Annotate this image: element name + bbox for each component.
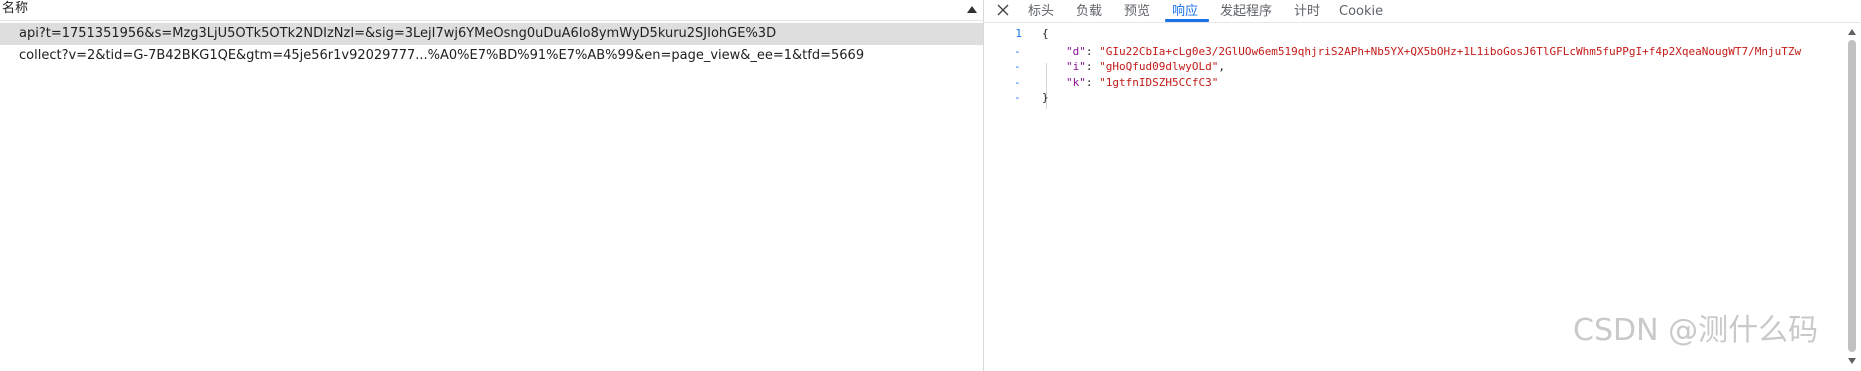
request-list: 名称 api?t=1751351956&s=Mzg3LjU5OTk5OTk2ND…: [0, 0, 983, 371]
json-open-brace: {: [1042, 27, 1049, 40]
scroll-down-arrow-icon[interactable]: [1848, 358, 1856, 364]
json-key: "k": [1066, 76, 1086, 89]
tab-payload[interactable]: 负载: [1076, 0, 1102, 22]
request-row-selected[interactable]: api?t=1751351956&s=Mzg3LjU5OTk5OTk2NDIzN…: [0, 23, 983, 45]
json-key: "i": [1066, 60, 1086, 73]
devtools-network-panel: 名称 api?t=1751351956&s=Mzg3LjU5OTk5OTk2ND…: [0, 0, 1861, 371]
close-icon-glyph: [997, 4, 1009, 16]
tab-preview[interactable]: 预览: [1124, 0, 1150, 22]
json-value: "GIu22CbIa+cLg0e3/2GlUOw6em519qhjriS2APh…: [1099, 45, 1802, 58]
sort-ascending-icon[interactable]: [967, 6, 977, 13]
scroll-up-arrow-icon[interactable]: [1848, 29, 1856, 35]
json-key: "d": [1066, 45, 1086, 58]
json-value: "1gtfnIDSZH5CCfC3": [1099, 76, 1219, 89]
request-list-header[interactable]: 名称: [0, 0, 983, 21]
tab-timing[interactable]: 计时: [1294, 0, 1320, 22]
tab-headers[interactable]: 标头: [1028, 0, 1054, 22]
tab-initiator[interactable]: 发起程序: [1220, 0, 1272, 22]
tab-cookies[interactable]: Cookie: [1339, 0, 1383, 22]
code-line: - }: [984, 89, 1844, 107]
scrollbar-thumb[interactable]: [1848, 40, 1856, 352]
line-number: 1: [1015, 27, 1022, 40]
json-close-brace: }: [1042, 91, 1049, 104]
details-tabs-bar: 标头 负载 预览 响应 发起程序 计时 Cookie: [984, 0, 1861, 23]
request-row[interactable]: collect?v=2&tid=G-7B42BKG1QE&gtm=45je56r…: [0, 45, 983, 67]
request-name: collect?v=2&tid=G-7B42BKG1QE&gtm=45je56r…: [19, 48, 865, 63]
json-value: "gHoQfud09dlwyOLd": [1099, 60, 1219, 73]
name-column-header[interactable]: 名称: [2, 1, 28, 17]
active-tab-indicator: [1165, 19, 1209, 22]
close-icon[interactable]: [995, 2, 1011, 18]
vertical-scrollbar[interactable]: [1843, 23, 1861, 371]
request-name: api?t=1751351956&s=Mzg3LjU5OTk5OTk2NDIzN…: [19, 26, 777, 41]
watermark: CSDN @测什么码: [1573, 313, 1819, 348]
fold-marker[interactable]: -: [1014, 89, 1021, 107]
code-line: 1 {: [984, 25, 1844, 43]
